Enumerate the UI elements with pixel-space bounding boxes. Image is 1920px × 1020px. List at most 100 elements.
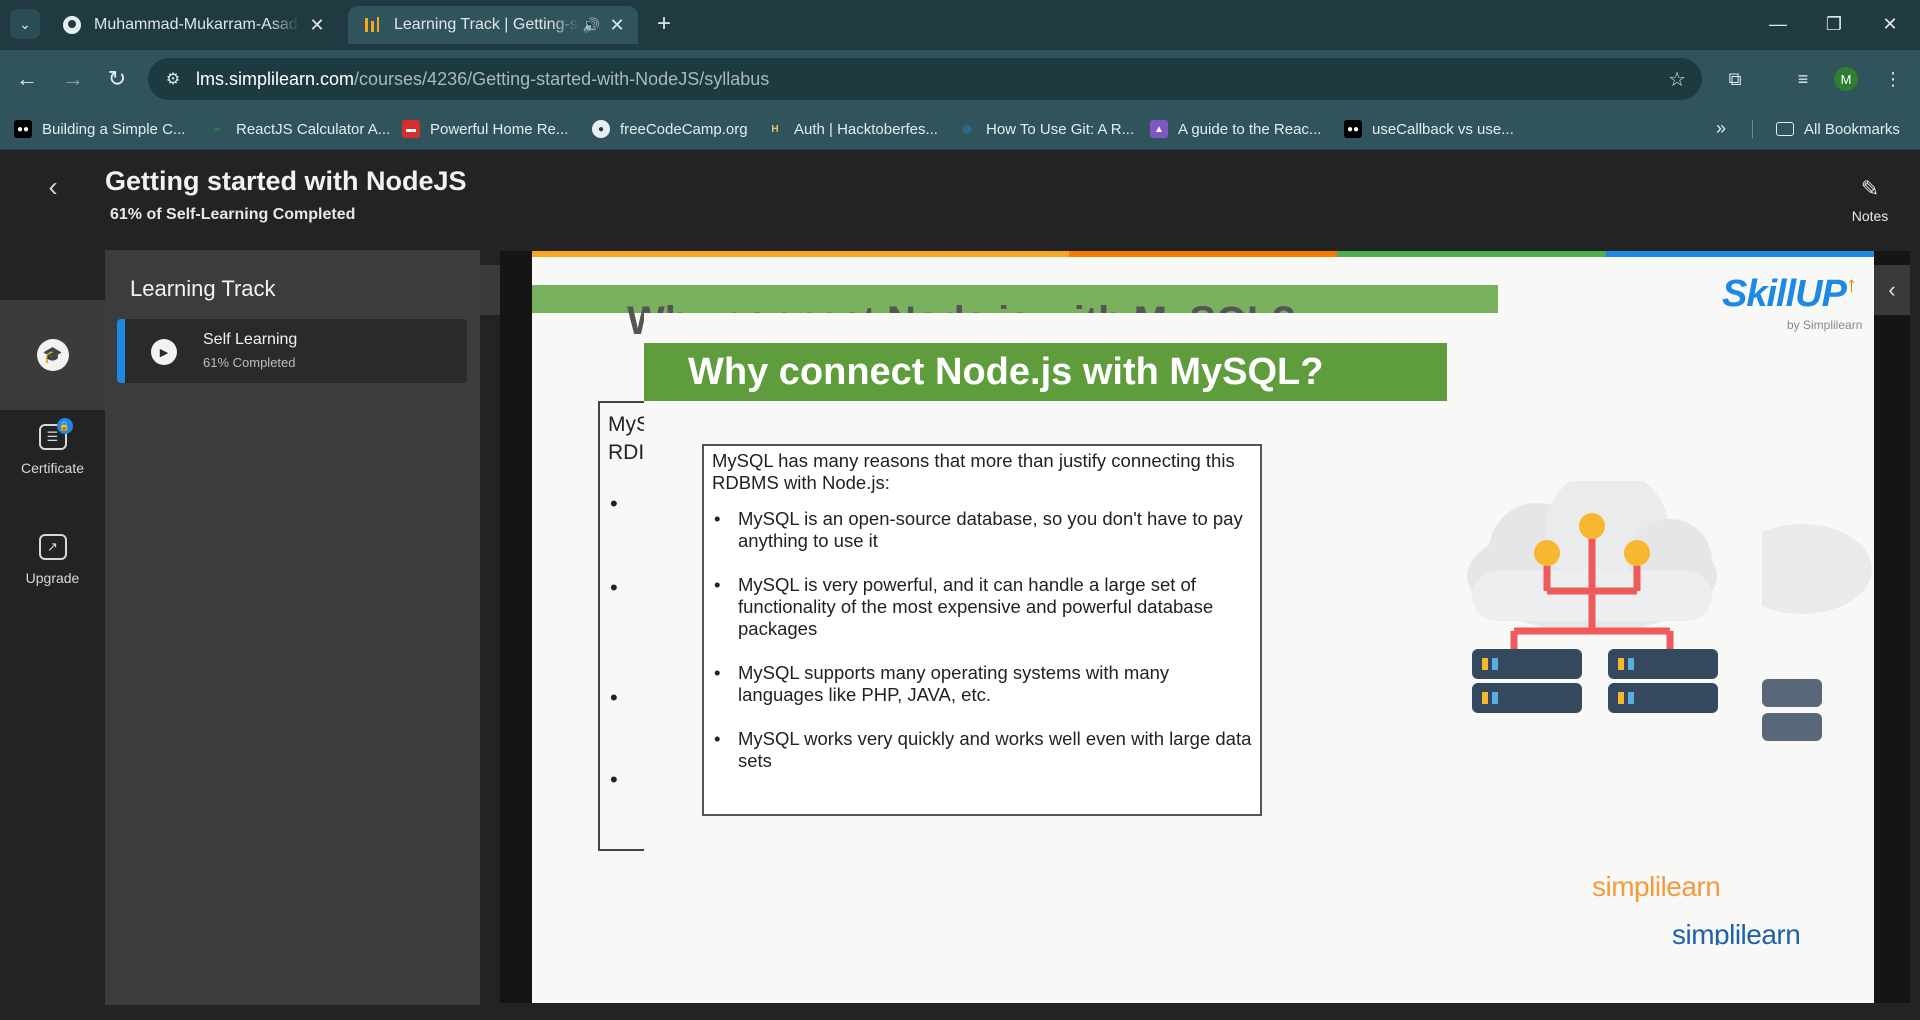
page-title: Getting started with NodeJS (105, 166, 467, 196)
medium-icon: ●● (14, 120, 32, 138)
edit-note-icon: ✎ (1860, 176, 1880, 201)
track-item-self-learning[interactable]: ▶ Self Learning 61% Completed (117, 319, 467, 383)
bookmark-label: How To Use Git: A R... (986, 120, 1135, 138)
bookmarks-divider (1752, 120, 1753, 138)
bookmark-item[interactable]: ●● useCallback vs use... (1344, 118, 1514, 140)
reload-button[interactable]: ↻ (102, 64, 132, 94)
address-bar[interactable]: ⚙ lms.simplilearn.com/courses/4236/Getti… (148, 58, 1702, 100)
bookmark-label: Auth | Hacktoberfes... (794, 120, 938, 138)
forward-button[interactable]: → (58, 64, 88, 94)
bookmark-item[interactable]: ∞ ReactJS Calculator A... (208, 118, 390, 140)
restore-button[interactable]: ❐ (1806, 8, 1862, 40)
rail-item-certificate[interactable]: ☰ 🔒 Certificate (0, 418, 105, 476)
notes-button[interactable]: ✎ Notes (1850, 176, 1890, 224)
simplilearn-icon (362, 15, 382, 35)
arrow-right-icon: → (62, 66, 84, 91)
bookmark-label: A guide to the Reac... (1178, 120, 1322, 138)
skillup-byline: by Simplilearn (1787, 318, 1863, 332)
bookmark-label: Building a Simple C... (42, 120, 186, 138)
minimize-button[interactable]: — (1750, 8, 1806, 40)
track-item-progress: 61% Completed (203, 355, 296, 370)
back-arrow-icon[interactable]: ‹ (38, 171, 68, 202)
rail-item-upgrade[interactable]: ↗ Upgrade (0, 534, 105, 586)
bookmark-label: ReactJS Calculator A... (236, 120, 391, 138)
chevron-left-icon: ‹ (1888, 277, 1896, 302)
slide-bullet-list: MySQL is an open-source database, so you… (712, 508, 1252, 772)
url-text[interactable]: lms.simplilearn.com/courses/4236/Getting… (196, 69, 769, 90)
more-bookmarks-icon[interactable]: » (1716, 118, 1726, 139)
slide-bullet: MySQL supports many operating systems wi… (712, 662, 1252, 706)
track-item-name: Self Learning (203, 331, 298, 348)
learning-track-heading: Learning Track (130, 276, 276, 301)
browser-tab-strip: ⌄ Muhammad-Mukarram-Asad/N ✕ Learning Tr… (0, 0, 1920, 50)
bookmarks-bar: ●● Building a Simple C... ∞ ReactJS Calc… (0, 108, 1920, 150)
slide-content-box: MySQL has many reasons that more than ju… (702, 444, 1262, 816)
bookmark-item[interactable]: H Auth | Hacktoberfes... (766, 118, 938, 140)
bookmark-item[interactable]: ◎ How To Use Git: A R... (958, 118, 1135, 140)
upgrade-label: Upgrade (25, 570, 80, 586)
skillup-text: SkillUP (1722, 273, 1847, 315)
new-tab-button[interactable]: + (650, 10, 678, 38)
browser-toolbar: ← → ↻ ⚙ lms.simplilearn.com/courses/4236… (0, 50, 1920, 108)
hacktoberfest-icon: H (771, 123, 779, 135)
url-path: /courses/4236/Getting-started-with-NodeJ… (354, 68, 770, 89)
video-player[interactable]: Why connect Node.js with MySQL? MyS RDI … (500, 251, 1910, 1003)
profile-avatar[interactable]: M (1834, 67, 1858, 91)
tab-search-button[interactable]: ⌄ (10, 9, 40, 39)
cloud-database-illustration (1467, 481, 1718, 713)
extensions-icon[interactable]: ⧉ (1720, 64, 1750, 94)
close-tab-icon[interactable]: ✕ (306, 14, 328, 36)
more-menu-icon[interactable]: ⋮ (1878, 64, 1908, 94)
tab-title: Muhammad-Mukarram-Asad/N (94, 16, 300, 33)
tab-learning-track[interactable]: Learning Track | Getting-sta 🔊 ✕ (348, 6, 638, 44)
github-icon: ● (592, 120, 610, 138)
left-rail: 🎓 ☰ 🔒 Certificate ↗ Upgrade (0, 300, 105, 1020)
close-window-button[interactable]: ✕ (1862, 8, 1918, 40)
slide-intro: MySQL has many reasons that more than ju… (712, 450, 1235, 493)
slide-color-bar (532, 251, 1874, 257)
bookmark-star-icon[interactable]: ☆ (1668, 67, 1686, 92)
bookmark-item[interactable]: ▲ A guide to the Reac... (1150, 118, 1321, 140)
all-bookmarks-label: All Bookmarks (1804, 120, 1900, 138)
learning-track-panel: Learning Track ▶ Self Learning 61% Compl… (105, 250, 480, 1005)
url-host: lms.simplilearn.com (196, 68, 355, 89)
bookmark-item[interactable]: ▬ Powerful Home Re... (402, 118, 568, 140)
slide-bullet: MySQL is very powerful, and it can handl… (712, 574, 1252, 640)
rail-item-learning[interactable]: 🎓 (0, 300, 105, 410)
tab-title: Learning Track | Getting-sta (394, 16, 579, 33)
skillup-logo: SkillUP↑ (1722, 272, 1857, 316)
graduation-cap-icon: 🎓 (36, 339, 69, 371)
certificate-label: Certificate (20, 460, 85, 476)
close-tab-icon[interactable]: ✕ (606, 14, 628, 36)
site-settings-icon[interactable]: ⚙ (162, 68, 184, 90)
bookmark-label: Powerful Home Re... (430, 120, 569, 138)
arrow-left-icon: ← (16, 66, 38, 91)
medium-icon: ●● (1344, 120, 1362, 138)
lock-icon: 🔒 (56, 418, 73, 434)
globe-blue-icon: ◎ (962, 123, 972, 135)
bookmark-red-icon: ▬ (402, 120, 420, 138)
ghost-simplilearn-logo: simplilearn (1672, 919, 1801, 945)
expand-panel-button[interactable]: ‹ (1874, 265, 1910, 315)
chevron-down-icon: ⌄ (19, 15, 31, 32)
media-controls-icon[interactable]: ≡ (1788, 64, 1818, 94)
speaker-icon[interactable]: 🔊 (583, 17, 600, 34)
bookmark-item[interactable]: ● freeCodeCamp.org (592, 118, 748, 140)
arrow-up-icon: ↑ (1845, 272, 1857, 297)
bookmark-item[interactable]: ●● Building a Simple C... (14, 118, 185, 140)
reload-icon: ↻ (107, 66, 127, 91)
all-bookmarks-button[interactable]: All Bookmarks (1776, 118, 1900, 140)
course-progress-text: 61% of Self-Learning Completed (110, 206, 356, 223)
github-icon (62, 15, 82, 35)
ghost-cloud-illustration (1762, 524, 1872, 741)
play-icon: ▶ (151, 339, 177, 365)
notes-label: Notes (1851, 208, 1889, 224)
bookmark-label: useCallback vs use... (1372, 120, 1514, 138)
back-button[interactable]: ← (12, 64, 42, 94)
lms-page: ‹ Getting started with NodeJS 61% of Sel… (0, 150, 1920, 1020)
simplilearn-logo: simplilearn (1592, 871, 1721, 902)
certificate-icon: ☰ 🔒 (38, 418, 73, 450)
slide-bullet: MySQL works very quickly and works well … (712, 728, 1252, 772)
rocket-icon: ▲ (1150, 120, 1168, 138)
tab-github[interactable]: Muhammad-Mukarram-Asad/N ✕ (48, 6, 338, 44)
